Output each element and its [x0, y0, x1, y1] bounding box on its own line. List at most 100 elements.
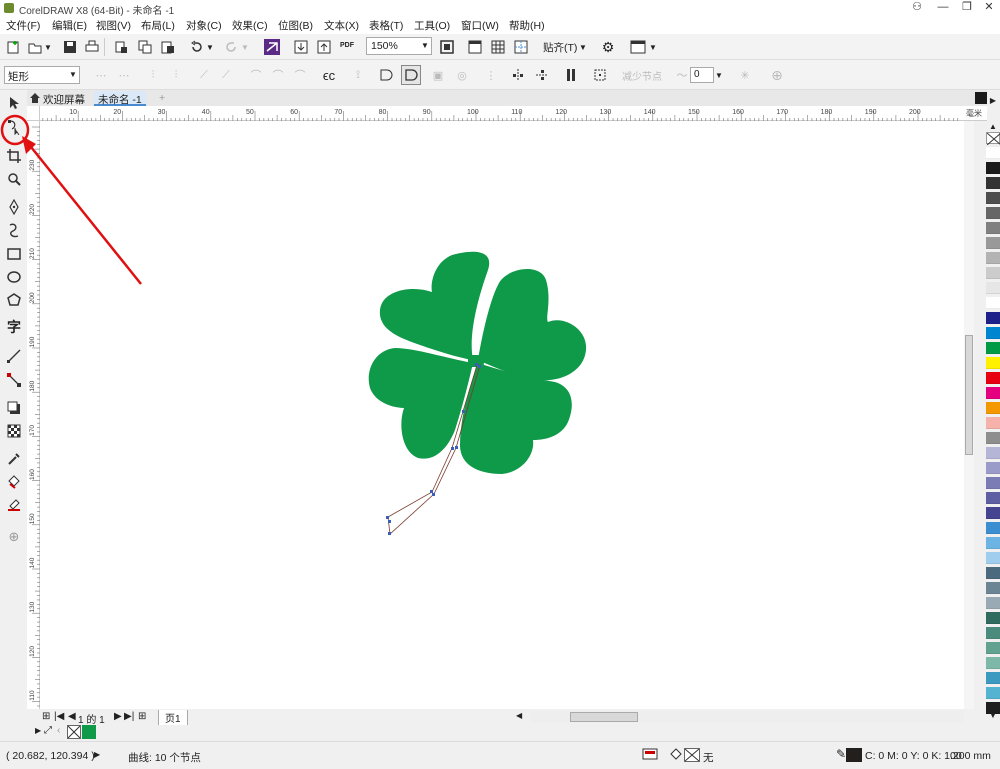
palette-swatch[interactable] — [986, 432, 1000, 444]
menu-help[interactable]: 帮助(H) — [509, 18, 545, 33]
menu-edit[interactable]: 编辑(E) — [52, 18, 87, 33]
smoothness-slider-icon[interactable]: ▼ — [714, 67, 724, 83]
menu-object[interactable]: 对象(C) — [186, 18, 222, 33]
node[interactable] — [478, 365, 481, 368]
import-icon[interactable] — [293, 39, 309, 55]
scroll-left-icon[interactable]: ◀ — [516, 711, 522, 720]
close-button[interactable]: ✕ — [978, 0, 1000, 16]
snap-dropdown-icon[interactable]: ▼ — [578, 39, 588, 55]
smart-fill-tool-icon[interactable] — [5, 496, 23, 514]
reflect-vertical-icon[interactable] — [534, 67, 550, 83]
palette-swatch[interactable] — [986, 642, 1000, 654]
paste-icon[interactable] — [160, 39, 176, 55]
palette-swatch[interactable] — [986, 252, 1000, 264]
options-gear-icon[interactable]: ⚙ — [600, 39, 616, 55]
horizontal-scrollbar[interactable] — [530, 711, 964, 723]
node[interactable] — [475, 363, 478, 366]
palette-scroll-up-icon[interactable]: ▶ — [987, 96, 999, 105]
smooth-node-icon[interactable]: ⌒ — [270, 67, 286, 83]
text-tool-icon[interactable]: 字 — [5, 318, 23, 336]
status-expand-icon[interactable]: ▶ — [94, 750, 100, 759]
save-icon[interactable] — [62, 39, 78, 55]
palette-swatch[interactable] — [986, 402, 1000, 414]
new-document-icon[interactable] — [5, 39, 21, 55]
palette-swatch[interactable] — [986, 162, 1000, 174]
palette-menu-icon[interactable]: ▶ — [35, 726, 41, 735]
palette-back-icon[interactable]: ‹ — [57, 725, 60, 736]
node[interactable] — [386, 516, 389, 519]
palette-swatch[interactable] — [986, 672, 1000, 684]
palette-swatch[interactable] — [986, 222, 1000, 234]
palette-swatch[interactable] — [986, 552, 1000, 564]
copy-icon[interactable] — [137, 39, 153, 55]
last-page-icon[interactable]: ▶| — [124, 711, 134, 722]
previous-page-icon[interactable]: ◀ — [68, 711, 76, 722]
doc-no-color-swatch[interactable] — [67, 725, 81, 739]
palette-swatch[interactable] — [986, 282, 1000, 294]
palette-swatch[interactable] — [986, 477, 1000, 489]
palette-swatch[interactable] — [986, 207, 1000, 219]
close-curve-icon[interactable] — [401, 65, 421, 85]
break-curve-icon[interactable]: ⫶ — [168, 67, 184, 83]
reflect-horizontal-icon[interactable] — [510, 67, 526, 83]
horizontal-scroll-thumb[interactable] — [570, 712, 638, 722]
palette-swatch[interactable] — [986, 522, 1000, 534]
palette-swatch[interactable] — [986, 237, 1000, 249]
parallel-dimension-tool-icon[interactable] — [5, 347, 23, 365]
palette-swatch[interactable] — [986, 387, 1000, 399]
palette-swatch[interactable] — [986, 417, 1000, 429]
no-color-swatch[interactable] — [986, 132, 1000, 146]
palette-swatch[interactable] — [986, 267, 1000, 279]
curve-smoothness-icon[interactable]: 〜 — [674, 67, 690, 83]
align-nodes-icon[interactable]: ⋮ — [483, 67, 499, 83]
redo-icon[interactable] — [223, 39, 239, 55]
shape-type-dropdown-icon[interactable]: ▼ — [69, 70, 77, 79]
node[interactable] — [430, 490, 433, 493]
elastic-mode-icon[interactable] — [563, 67, 579, 83]
search-content-icon[interactable] — [264, 39, 280, 55]
select-all-nodes-icon[interactable] — [592, 67, 608, 83]
next-page-icon[interactable]: ▶ — [114, 711, 122, 722]
menu-view[interactable]: 视图(V) — [96, 18, 131, 33]
full-screen-icon[interactable] — [439, 39, 455, 55]
palette-swatch[interactable] — [986, 297, 1000, 309]
node-shape-icon[interactable]: ✳ — [737, 67, 753, 83]
vertical-scroll-thumb[interactable] — [965, 335, 973, 455]
quick-customize-icon[interactable]: ⊕ — [769, 67, 785, 83]
palette-swatch[interactable] — [986, 147, 1000, 159]
snap-to-menu[interactable]: 贴齐(T) — [543, 40, 577, 55]
palette-swatch[interactable] — [986, 507, 1000, 519]
user-icon[interactable]: ⚇ — [906, 0, 928, 16]
show-guidelines-icon[interactable] — [513, 39, 529, 55]
tab-welcome[interactable]: 欢迎屏幕 — [39, 91, 89, 106]
palette-swatch[interactable] — [986, 627, 1000, 639]
extend-curve-icon[interactable]: ⟟ — [350, 67, 366, 83]
menu-bitmaps[interactable]: 位图(B) — [278, 18, 313, 33]
palette-swatch[interactable] — [986, 537, 1000, 549]
publish-pdf-icon[interactable]: PDF — [339, 37, 355, 53]
palette-swatch[interactable] — [986, 192, 1000, 204]
eyedropper-icon[interactable]: ⤢ — [44, 725, 52, 736]
connector-tool-icon[interactable] — [5, 371, 23, 389]
new-tab-button[interactable]: + — [155, 91, 169, 106]
page-tab[interactable]: 页1 — [158, 710, 188, 726]
add-page-before-icon[interactable]: ⊞ — [42, 711, 50, 722]
doc-green-swatch[interactable] — [82, 725, 96, 739]
add-page-after-icon[interactable]: ⊞ — [138, 711, 146, 722]
node[interactable] — [388, 520, 391, 523]
launcher-dropdown-icon[interactable]: ▼ — [648, 39, 658, 55]
palette-swatch[interactable] — [986, 447, 1000, 459]
convert-to-curve-icon[interactable]: ⟋ — [218, 67, 234, 83]
redo-dropdown-icon[interactable]: ▼ — [240, 39, 250, 55]
undo-icon[interactable] — [189, 39, 205, 55]
palette-swatch[interactable] — [986, 327, 1000, 339]
join-nodes-icon[interactable]: ⫶ — [145, 67, 161, 83]
vertical-scrollbar[interactable] — [964, 121, 974, 709]
polygon-tool-icon[interactable] — [5, 291, 23, 309]
palette-up-icon[interactable]: ▲ — [987, 122, 999, 131]
menu-tools[interactable]: 工具(O) — [414, 18, 450, 33]
menu-effects[interactable]: 效果(C) — [232, 18, 268, 33]
node[interactable] — [432, 493, 435, 496]
color-proof-icon[interactable] — [642, 748, 658, 762]
add-tool-icon[interactable]: ⊕ — [5, 528, 23, 546]
